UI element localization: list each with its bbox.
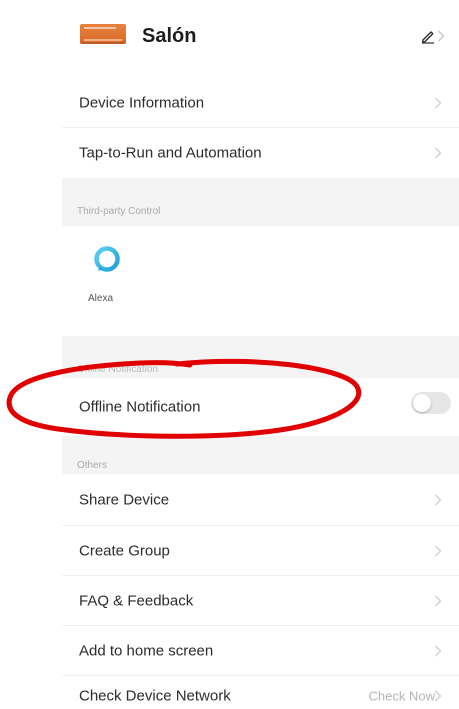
offline-notification-label: Offline Notification (79, 398, 201, 416)
alexa-icon[interactable] (93, 245, 121, 273)
device-name: Salón (142, 25, 197, 47)
create-group-row[interactable]: Create Group (62, 526, 459, 576)
device-settings-page: Salón Device Information Tap-to-Run and … (62, 0, 459, 709)
chevron-right-icon (435, 147, 442, 159)
faq-feedback-row[interactable]: FAQ & Feedback (62, 576, 459, 626)
check-device-network-row[interactable]: Check Device Network Check Now (62, 676, 459, 709)
offline-notification-row: Offline Notification (62, 378, 459, 436)
chevron-right-icon (435, 595, 442, 606)
device-settings-screen: Salón Device Information Tap-to-Run and … (0, 0, 459, 709)
alexa-label: Alexa (88, 293, 114, 304)
faq-feedback-label: FAQ & Feedback (79, 592, 194, 609)
check-now-value: Check Now (368, 688, 435, 704)
check-device-network-label: Check Device Network (79, 687, 231, 705)
device-thumbnail-icon (80, 24, 126, 44)
create-group-label: Create Group (79, 542, 170, 559)
share-device-row[interactable]: Share Device (62, 474, 459, 526)
pencil-icon[interactable] (420, 28, 436, 44)
device-information-label: Device Information (79, 94, 205, 111)
offline-notification-section-title: Offline Notification (77, 364, 158, 375)
chevron-right-icon (438, 30, 445, 42)
add-home-screen-label: Add to home screen (79, 642, 214, 659)
offline-notification-toggle[interactable] (411, 392, 451, 414)
share-device-label: Share Device (79, 491, 170, 508)
device-information-row[interactable]: Device Information (62, 78, 459, 128)
chevron-right-icon (435, 494, 442, 505)
chevron-right-icon (435, 97, 442, 108)
toggle-knob (413, 394, 431, 412)
tap-to-run-label: Tap-to-Run and Automation (79, 144, 262, 162)
others-section-title: Others (77, 460, 108, 471)
device-header[interactable]: Salón (62, 0, 459, 78)
third-party-section-header: Third-party Control (62, 178, 459, 226)
third-party-control-panel: Alexa (62, 226, 459, 336)
third-party-section-title: Third-party Control (77, 206, 161, 217)
add-home-screen-row[interactable]: Add to home screen (62, 626, 459, 676)
offline-notification-section-header: Offline Notification (62, 336, 459, 378)
others-section-header: Others (62, 436, 459, 474)
tap-to-run-row[interactable]: Tap-to-Run and Automation (62, 128, 459, 178)
chevron-right-icon (435, 645, 442, 656)
chevron-right-icon (435, 545, 442, 556)
chevron-right-icon (435, 690, 442, 702)
